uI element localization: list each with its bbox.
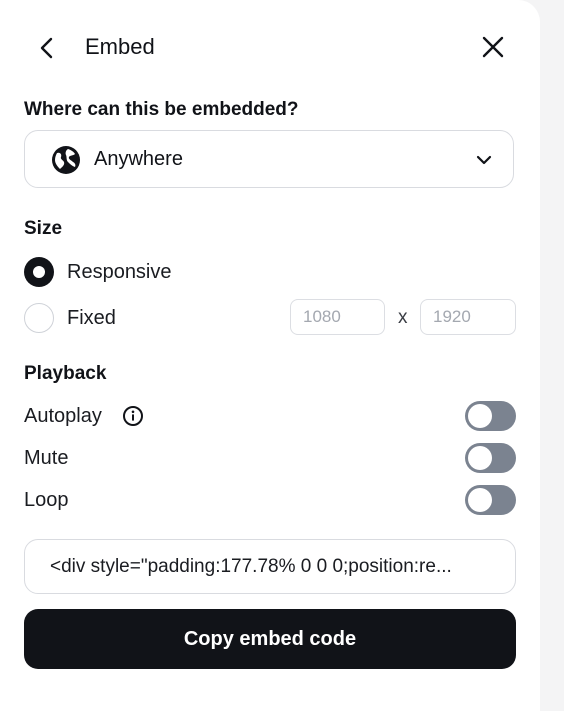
loop-toggle[interactable] <box>465 485 516 515</box>
width-input[interactable] <box>290 299 385 335</box>
close-icon[interactable] <box>480 34 506 60</box>
copy-embed-code-button[interactable]: Copy embed code <box>24 609 516 669</box>
chevron-left-icon[interactable] <box>34 35 60 61</box>
page-title: Embed <box>85 34 155 59</box>
autoplay-toggle[interactable] <box>465 401 516 431</box>
embed-panel: Embed Where can this be embedded? Anywhe… <box>0 0 540 711</box>
size-label: Size <box>24 218 63 239</box>
dimension-separator: x <box>398 307 408 328</box>
radio-fixed[interactable] <box>24 303 54 333</box>
autoplay-label: Autoplay <box>24 405 102 427</box>
chevron-down-icon <box>476 155 492 165</box>
radio-responsive[interactable] <box>24 257 54 287</box>
embed-location-label: Where can this be embedded? <box>24 99 299 120</box>
height-input[interactable] <box>420 299 516 335</box>
mute-label: Mute <box>24 447 69 469</box>
globe-icon <box>52 146 80 174</box>
embed-location-select[interactable]: Anywhere <box>24 130 514 188</box>
embed-code-text: <div style="padding:177.78% 0 0 0;positi… <box>50 556 452 577</box>
embed-code-field[interactable]: <div style="padding:177.78% 0 0 0;positi… <box>24 539 516 594</box>
embed-location-value: Anywhere <box>94 148 183 170</box>
radio-label-fixed: Fixed <box>67 307 116 329</box>
loop-label: Loop <box>24 489 69 511</box>
mute-toggle[interactable] <box>465 443 516 473</box>
playback-label: Playback <box>24 363 107 384</box>
info-icon[interactable] <box>122 405 144 427</box>
panel-header: Embed <box>24 26 516 68</box>
radio-label-responsive: Responsive <box>67 261 172 283</box>
